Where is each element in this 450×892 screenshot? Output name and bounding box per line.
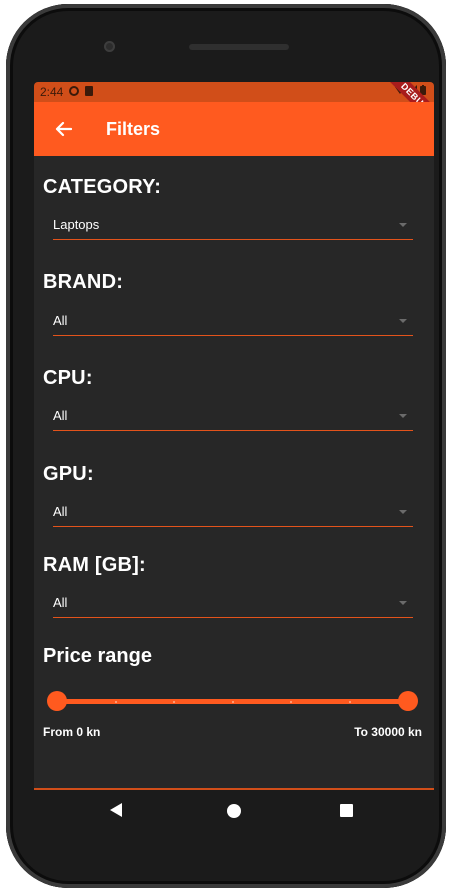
price-range-title: Price range [43,645,152,667]
status-bar: 2:44 DEBUG [34,82,434,134]
chevron-down-icon [399,223,407,227]
slider-tick [290,701,292,703]
cpu-dropdown[interactable]: All [53,402,413,431]
earpiece-speaker [189,44,289,50]
ram-value: All [53,595,68,610]
front-camera [104,41,115,52]
settings-icon [69,85,80,99]
category-label: CATEGORY: [43,176,162,198]
brand-dropdown[interactable]: All [53,307,413,336]
brand-label: BRAND: [43,271,124,293]
page-title: Filters [106,118,161,139]
recents-icon[interactable] [340,804,353,817]
brand-value: All [53,313,68,328]
cpu-value: All [53,408,68,423]
category-dropdown[interactable]: Laptops [53,211,413,240]
price-from-label: From 0 kn [43,725,101,739]
ram-dropdown[interactable]: All [53,589,413,618]
gpu-dropdown[interactable]: All [53,498,413,527]
chevron-down-icon [399,319,407,323]
app-screen: 2:44 DEBUG Filters CATEGORY: Laptops BRA… [34,82,434,790]
price-to-label: To 30000 kn [354,725,422,739]
price-min-thumb[interactable] [47,691,67,711]
home-icon[interactable] [227,804,241,818]
slider-tick [349,701,351,703]
sim-icon [85,85,94,99]
chevron-down-icon [399,510,407,514]
system-nav-bar [34,790,434,834]
ram-label: RAM [GB]: [43,554,146,576]
chevron-down-icon [399,414,407,418]
gpu-value: All [53,504,68,519]
slider-tick [173,701,175,703]
cpu-label: CPU: [43,367,93,389]
gpu-label: GPU: [43,463,94,485]
back-icon[interactable] [110,803,122,817]
slider-tick [232,701,234,703]
app-bar: Filters [34,102,434,156]
price-max-thumb[interactable] [398,691,418,711]
status-time: 2:44 [40,85,64,99]
chevron-down-icon [399,601,407,605]
slider-tick [115,701,117,703]
category-value: Laptops [53,217,100,232]
arrow-left-icon[interactable] [52,118,74,140]
